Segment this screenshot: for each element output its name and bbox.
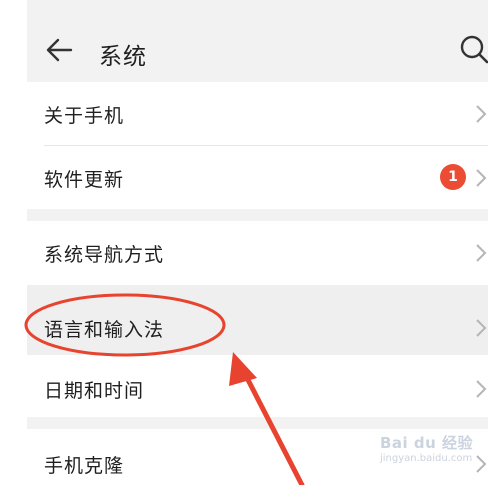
chevron-right-icon	[476, 244, 487, 262]
settings-item-navigation[interactable]: 系统导航方式	[27, 221, 488, 284]
settings-item-label: 日期和时间	[44, 380, 145, 402]
settings-group-1: 关于手机 软件更新 1	[27, 82, 488, 209]
settings-item-about-phone[interactable]: 关于手机	[27, 82, 488, 145]
update-count-badge: 1	[440, 164, 466, 190]
page-title: 系统	[99, 44, 147, 70]
chevron-right-icon	[476, 380, 487, 398]
chevron-right-icon	[476, 105, 487, 123]
arrow-left-icon[interactable]	[45, 36, 73, 64]
settings-screen: 系统 关于手机 软件更新 1 系统导航方式 语言和输入法 日期和时间 手机克隆	[27, 0, 488, 485]
chevron-right-icon	[476, 169, 487, 187]
settings-item-label: 关于手机	[44, 105, 125, 127]
chevron-right-icon	[476, 319, 487, 337]
settings-item-language-input[interactable]: 语言和输入法	[27, 285, 488, 355]
settings-item-label: 软件更新	[44, 169, 125, 191]
watermark-url: jingyan.baidu.com	[380, 453, 473, 464]
watermark-logo: Bai du 经验	[380, 434, 474, 452]
settings-item-date-time[interactable]: 日期和时间	[27, 355, 488, 418]
settings-item-label: 语言和输入法	[44, 319, 165, 341]
settings-group-2: 系统导航方式 语言和输入法 日期和时间	[27, 221, 488, 417]
settings-item-label: 系统导航方式	[44, 244, 165, 266]
search-icon[interactable]	[459, 34, 488, 64]
settings-item-label: 手机克隆	[44, 455, 125, 477]
chevron-right-icon	[476, 455, 487, 473]
settings-item-software-update[interactable]: 软件更新 1	[27, 146, 488, 209]
header-bar: 系统	[27, 14, 488, 82]
